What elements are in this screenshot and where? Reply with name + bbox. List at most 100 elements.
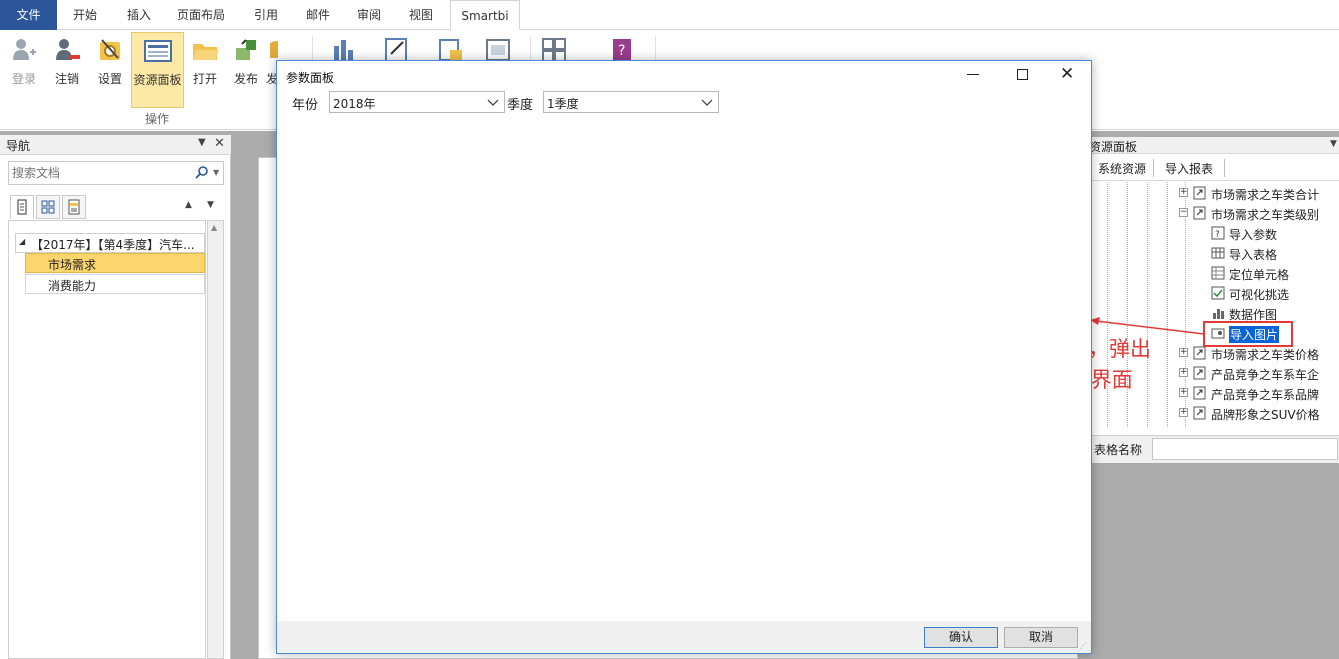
scroll-up-icon[interactable]: ▲ — [211, 223, 217, 232]
search-dropdown-icon[interactable]: ▼ — [213, 168, 219, 177]
settings-button[interactable]: 设置 — [90, 32, 130, 108]
tree-guide-line — [1167, 182, 1168, 427]
tab-import-report[interactable]: 导入报表 — [1159, 158, 1219, 180]
pages-icon — [41, 200, 55, 214]
nav-close-icon[interactable]: ✕ — [214, 136, 225, 151]
chevron-down-icon — [487, 99, 499, 106]
nav-prev-icon[interactable]: ▲ — [185, 200, 192, 210]
resource-panel-header: 资源面板 ▼ — [1089, 137, 1339, 154]
publish-button[interactable]: 发布 — [228, 32, 264, 108]
table-name-bar: 表格名称 — [1088, 435, 1339, 463]
expand-icon[interactable]: + — [1179, 388, 1188, 397]
navigation-pane: 导航 ▼ ✕ ▼ ▲ ▼ ◢ 【2017年】【第4季度】汽车... 市场需求 消… — [0, 135, 231, 659]
tab-separator — [1224, 159, 1225, 177]
tab-references[interactable]: 引用 — [241, 0, 291, 30]
quarter-select[interactable]: 1季度 — [543, 91, 719, 113]
open-folder-icon — [193, 44, 219, 60]
resource-tree-label: 市场需求之车类级别 — [1211, 208, 1320, 222]
tab-mailings[interactable]: 邮件 — [293, 0, 343, 30]
table-name-input[interactable] — [1152, 438, 1338, 460]
quarter-label: 季度 — [507, 98, 534, 113]
close-icon[interactable]: ✕ — [1060, 64, 1074, 84]
resource-tree-label: 市场需求之车类价格 — [1211, 348, 1320, 362]
nav-tab-results[interactable] — [62, 195, 86, 219]
tab-insert[interactable]: 插入 — [114, 0, 164, 30]
table-name-label: 表格名称 — [1094, 443, 1143, 457]
nav-tab-headings[interactable] — [10, 195, 34, 219]
logout-button[interactable]: 注销 — [46, 32, 88, 108]
report-link-icon — [1193, 346, 1206, 360]
headings-icon — [17, 199, 27, 215]
resource-tree-label: 定位单元格 — [1229, 268, 1290, 282]
confirm-button[interactable]: 确认 — [924, 627, 998, 648]
report-link-icon — [1193, 186, 1206, 200]
nav-tree-item[interactable]: 消费能力 — [25, 274, 205, 294]
cancel-button[interactable]: 取消 — [1004, 627, 1078, 648]
logout-icon — [56, 39, 80, 60]
nav-search-input[interactable] — [12, 165, 184, 181]
resize-grip-icon[interactable]: ⋰ — [1079, 641, 1087, 650]
visual-filter-icon — [1211, 286, 1225, 300]
nav-search-box[interactable]: ▼ — [8, 161, 224, 185]
nav-tree-item[interactable]: 市场需求 — [25, 253, 205, 273]
panel-options-icon[interactable]: ▼ — [1330, 139, 1337, 149]
svg-text:?: ? — [618, 43, 625, 59]
parameter-icon: ? — [1211, 226, 1225, 240]
login-icon — [13, 39, 36, 60]
nav-header: 导航 ▼ ✕ — [0, 135, 231, 155]
publish-icon — [236, 39, 256, 60]
open-label: 打开 — [192, 72, 217, 86]
search-icon[interactable] — [195, 165, 209, 179]
tab-view[interactable]: 视图 — [396, 0, 446, 30]
collapse-icon[interactable]: − — [1179, 208, 1188, 217]
open-button[interactable]: 打开 — [186, 32, 224, 108]
resource-tree-label: 市场需求之车类合计 — [1211, 188, 1320, 202]
nav-next-icon[interactable]: ▼ — [207, 200, 214, 210]
tab-system-resources[interactable]: 系统资源 — [1094, 158, 1150, 180]
tab-home[interactable]: 开始 — [60, 0, 110, 30]
resource-panel-icon — [143, 40, 172, 62]
expand-icon[interactable]: + — [1179, 348, 1188, 357]
nav-tree-root[interactable]: ◢ 【2017年】【第4季度】汽车... — [15, 233, 205, 253]
publish-label: 发布 — [233, 72, 258, 86]
resource-tree-label: 导入参数 — [1229, 228, 1278, 242]
parameter-panel-dialog: 参数面板 ✕ 年份 2018年 季度 1季度 确认 取消 ⋰ — [276, 60, 1092, 654]
minimize-icon[interactable] — [967, 74, 979, 75]
login-button[interactable]: 登录 — [4, 32, 44, 108]
year-label: 年份 — [292, 98, 319, 113]
nav-scrollbar[interactable]: ▲ — [207, 220, 224, 659]
report-link-icon — [1193, 386, 1206, 400]
quarter-select-value: 1季度 — [547, 97, 579, 111]
tab-smartbi[interactable]: Smartbi — [450, 0, 520, 31]
resource-tree-label: 品牌形象之SUV价格 — [1211, 408, 1320, 422]
report-link-icon — [1193, 406, 1206, 420]
expand-icon[interactable]: + — [1179, 188, 1188, 197]
collapse-arrow-icon[interactable]: ◢ — [19, 237, 25, 246]
tab-file[interactable]: 文件 — [0, 0, 57, 30]
resource-panel-button[interactable]: 资源面板 — [131, 32, 184, 108]
logout-label: 注销 — [54, 72, 79, 86]
resource-tree-label: 产品竞争之车系品牌 — [1211, 388, 1320, 402]
ribbon-group-label: 操作 — [144, 112, 169, 126]
dialog-title: 参数面板 — [286, 71, 335, 85]
nav-tab-pages[interactable] — [36, 195, 60, 219]
expand-icon[interactable]: + — [1179, 408, 1188, 417]
tab-review[interactable]: 审阅 — [344, 0, 394, 30]
nav-options-icon[interactable]: ▼ — [198, 137, 206, 148]
report-link-icon — [1193, 206, 1206, 220]
resource-tree-label: 导入表格 — [1229, 248, 1278, 262]
tree-guide-line — [1147, 182, 1148, 427]
tab-page-layout[interactable]: 页面布局 — [168, 0, 234, 30]
annotation-highlight-box — [1203, 321, 1293, 347]
expand-icon[interactable]: + — [1179, 368, 1188, 377]
nav-tree-root-label: 【2017年】【第4季度】汽车... — [31, 238, 195, 252]
tab-separator — [1153, 159, 1154, 177]
settings-icon — [100, 39, 120, 60]
nav-tree: ◢ 【2017年】【第4季度】汽车... 市场需求 消费能力 — [8, 220, 206, 659]
report-link-icon — [1193, 366, 1206, 380]
settings-label: 设置 — [97, 72, 122, 86]
resource-panel-title: 资源面板 — [1089, 140, 1138, 154]
year-select[interactable]: 2018年 — [329, 91, 505, 113]
maximize-icon[interactable] — [1017, 69, 1028, 80]
nav-title: 导航 — [6, 139, 31, 153]
